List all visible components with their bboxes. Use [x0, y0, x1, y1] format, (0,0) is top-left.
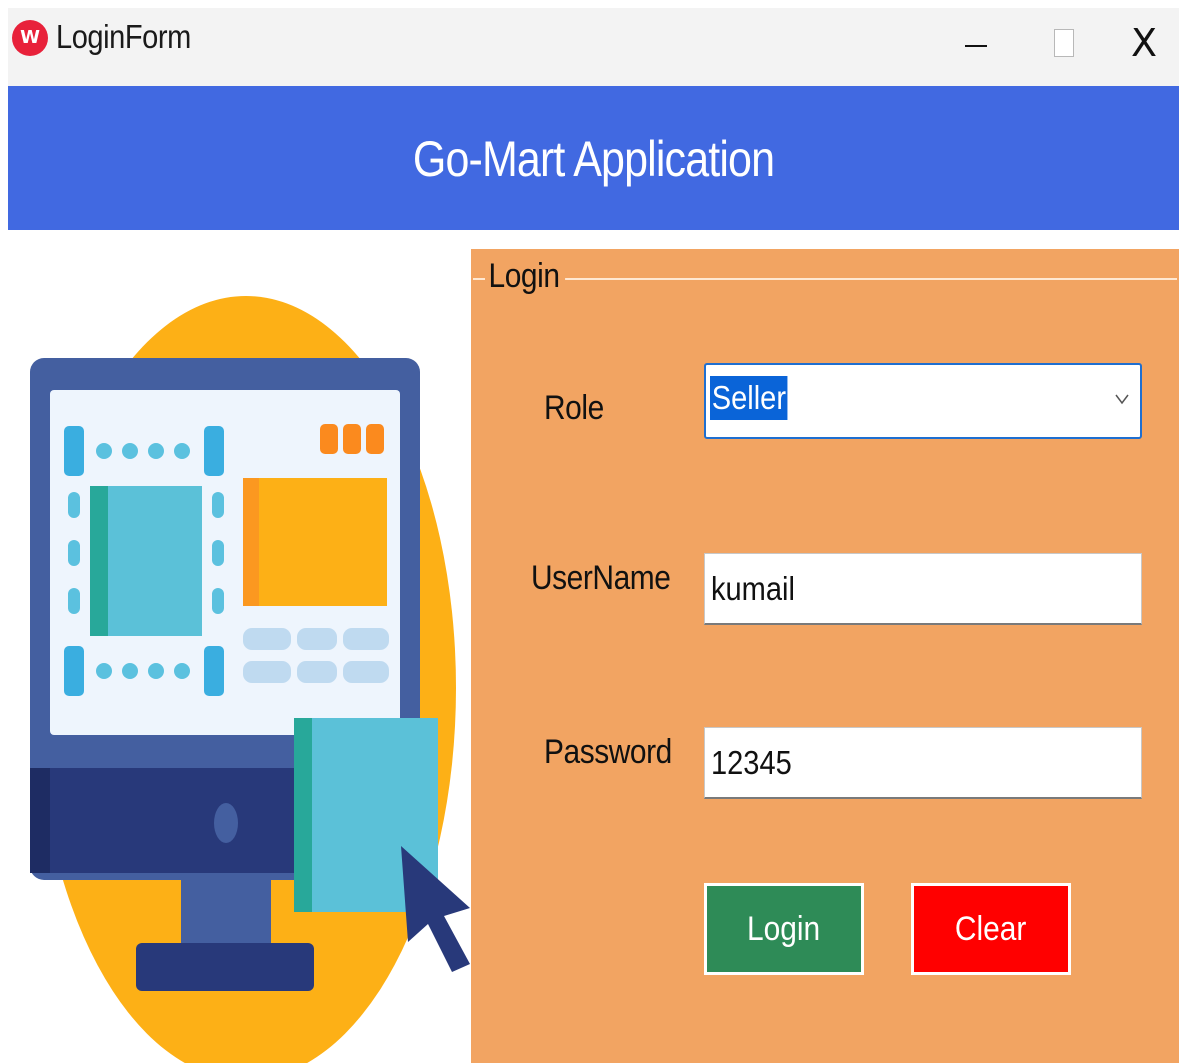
login-group-label: Login [485, 257, 565, 296]
app-logo-icon: W [12, 20, 48, 56]
group-border [473, 278, 1177, 281]
login-button[interactable]: Login [704, 883, 864, 975]
role-selected-value: Seller [710, 376, 788, 420]
minimize-icon [965, 45, 987, 47]
clear-button-label: Clear [955, 909, 1027, 948]
password-field[interactable]: 12345 [704, 727, 1142, 799]
header-banner: Go-Mart Application [8, 86, 1179, 230]
login-button-label: Login [747, 909, 821, 948]
clear-button[interactable]: Clear [911, 883, 1071, 975]
close-button[interactable]: X [1114, 8, 1174, 78]
role-dropdown[interactable]: Seller [704, 363, 1142, 439]
login-form-window: W LoginForm X Go-Mart Application Login … [8, 8, 1179, 1063]
maximize-icon [1054, 29, 1074, 57]
password-label: Password [544, 733, 672, 771]
title-bar: W LoginForm X [8, 8, 1179, 86]
username-field[interactable]: kumail [704, 553, 1142, 625]
minimize-button[interactable] [936, 8, 1016, 78]
maximize-button[interactable] [1024, 8, 1104, 78]
password-value: 12345 [711, 744, 792, 781]
page-title: Go-Mart Application [412, 131, 775, 187]
window-title: LoginForm [56, 18, 191, 55]
username-label: UserName [531, 559, 671, 597]
username-value: kumail [711, 570, 795, 607]
computer-monitor-illustration [30, 296, 470, 1063]
chevron-down-icon [1115, 394, 1129, 405]
login-group: Login Role Seller UserName kumail Passwo… [471, 249, 1179, 1063]
role-label: Role [544, 389, 604, 427]
